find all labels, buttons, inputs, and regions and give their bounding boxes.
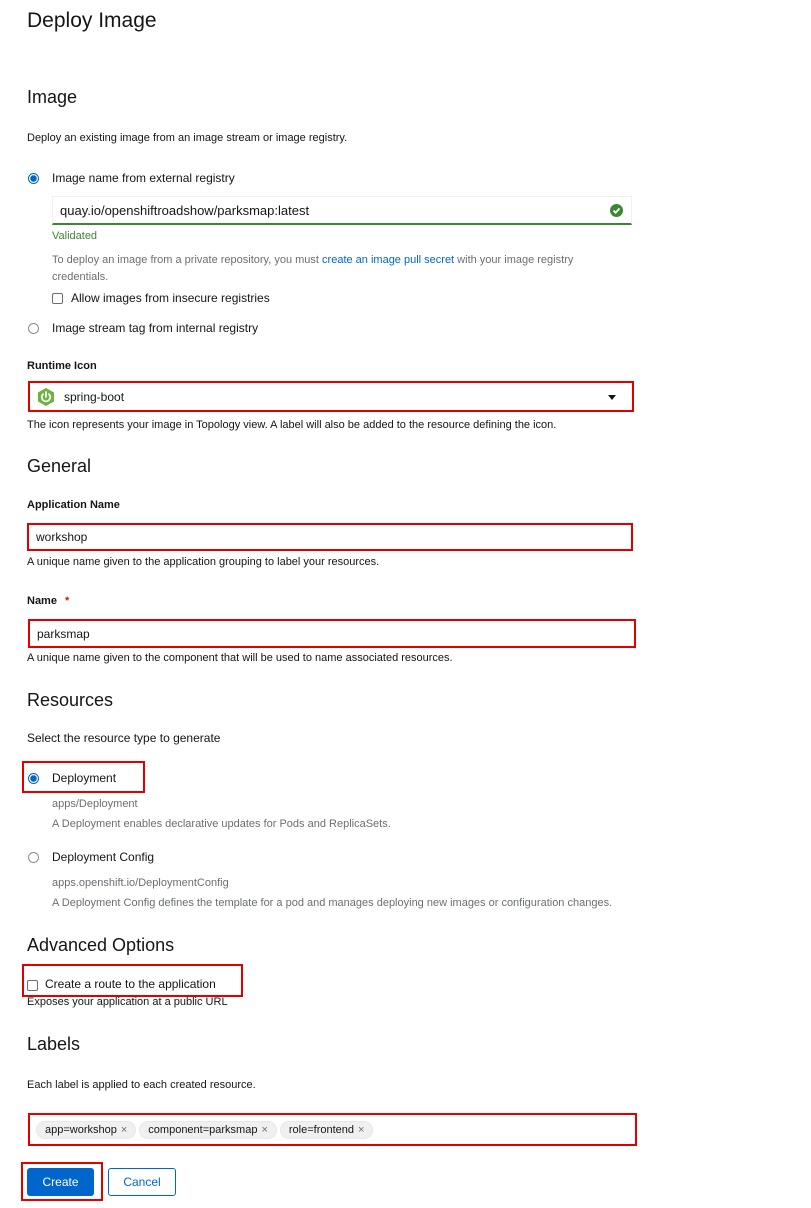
label-chip: role=frontend × — [279, 1120, 374, 1139]
radio-internal-registry-control[interactable] — [28, 322, 39, 334]
image-name-value: quay.io/openshiftroadshow/parksmap:lates… — [60, 202, 310, 218]
image-section-description: Deploy an existing image from an image s… — [27, 132, 348, 144]
deployment-config-description: A Deployment Config defines the template… — [52, 897, 613, 909]
radio-deployment-config-label: Deployment Config — [52, 850, 155, 864]
advanced-section-heading: Advanced Options — [27, 935, 175, 955]
radio-deployment-control[interactable] — [28, 772, 39, 784]
labels-input[interactable]: app=workshop × component=parksmap × role=f… — [28, 1113, 637, 1146]
runtime-icon-help: The icon represents your image in Topolo… — [27, 419, 557, 431]
close-icon[interactable]: × — [358, 1124, 364, 1136]
general-section-heading: General — [27, 456, 92, 476]
create-button[interactable]: Create — [27, 1168, 94, 1196]
labels-section-heading: Labels — [27, 1034, 81, 1054]
deployment-description: A Deployment enables declarative updates… — [52, 818, 391, 830]
radio-deployment-label: Deployment — [52, 771, 117, 785]
name-help: A unique name given to the component tha… — [27, 652, 453, 664]
route-option[interactable]: Create a route to the application — [27, 976, 216, 991]
application-name-input[interactable]: workshop — [27, 523, 633, 551]
label-chip-text: component=parksmap — [148, 1123, 258, 1136]
radio-internal-registry-label: Image stream tag from internal registry — [52, 321, 259, 335]
runtime-icon-select[interactable]: spring-boot — [28, 381, 634, 412]
insecure-registries-label: Allow images from insecure registries — [71, 291, 270, 305]
radio-deployment-config-control[interactable] — [28, 851, 39, 863]
close-icon[interactable]: × — [121, 1124, 127, 1136]
runtime-icon-label: Runtime Icon — [27, 360, 97, 372]
resources-section-description: Select the resource type to generate — [27, 731, 221, 745]
radio-external-registry[interactable]: Image name from external registry — [28, 171, 235, 185]
required-indicator: * — [64, 595, 70, 607]
insecure-registries-option[interactable]: Allow images from insecure registries — [52, 291, 270, 305]
resources-section-heading: Resources — [27, 690, 114, 710]
name-value: parksmap — [37, 626, 90, 641]
private-repo-help: To deploy an image from a private reposi… — [52, 252, 632, 286]
name-label-text: Name — [27, 595, 57, 607]
label-chip: component=parksmap × — [139, 1120, 277, 1139]
label-chip-text: app=workshop — [45, 1123, 117, 1136]
label-chip-text: role=frontend — [288, 1123, 355, 1136]
check-circle-icon — [610, 204, 623, 220]
private-help-prefix: To deploy an image from a private reposi… — [52, 254, 323, 266]
page-title: Deploy Image — [27, 9, 157, 32]
radio-deployment-config[interactable]: Deployment Config — [28, 850, 154, 864]
route-help: Exposes your application at a public URL — [27, 996, 228, 1008]
image-name-input[interactable]: quay.io/openshiftroadshow/parksmap:lates… — [52, 196, 632, 225]
label-chip: app=workshop × — [36, 1120, 137, 1139]
application-name-help: A unique name given to the application g… — [27, 556, 380, 568]
radio-internal-registry[interactable]: Image stream tag from internal registry — [28, 321, 258, 335]
runtime-icon-value: spring-boot — [64, 389, 125, 404]
insecure-registries-checkbox[interactable] — [52, 292, 63, 304]
application-name-value: workshop — [36, 530, 88, 544]
labels-section-description: Each label is applied to each created re… — [27, 1079, 256, 1091]
create-pull-secret-link[interactable]: create an image pull secret — [322, 254, 454, 266]
deployment-config-api: apps.openshift.io/DeploymentConfig — [52, 877, 229, 889]
name-input[interactable]: parksmap — [28, 619, 636, 648]
radio-external-registry-label: Image name from external registry — [52, 171, 235, 185]
radio-deployment[interactable]: Deployment — [28, 771, 116, 785]
spring-boot-icon — [36, 387, 56, 407]
caret-down-icon — [608, 395, 616, 400]
close-icon[interactable]: × — [261, 1124, 267, 1136]
application-name-label: Application Name — [27, 499, 120, 511]
name-label: Name * — [27, 595, 69, 607]
route-checkbox[interactable] — [27, 980, 38, 991]
radio-external-registry-control[interactable] — [28, 172, 39, 184]
image-section-heading: Image — [27, 87, 78, 107]
deployment-api: apps/Deployment — [52, 798, 138, 810]
route-label: Create a route to the application — [45, 976, 216, 991]
validated-text: Validated — [52, 230, 98, 242]
cancel-button[interactable]: Cancel — [108, 1168, 176, 1196]
